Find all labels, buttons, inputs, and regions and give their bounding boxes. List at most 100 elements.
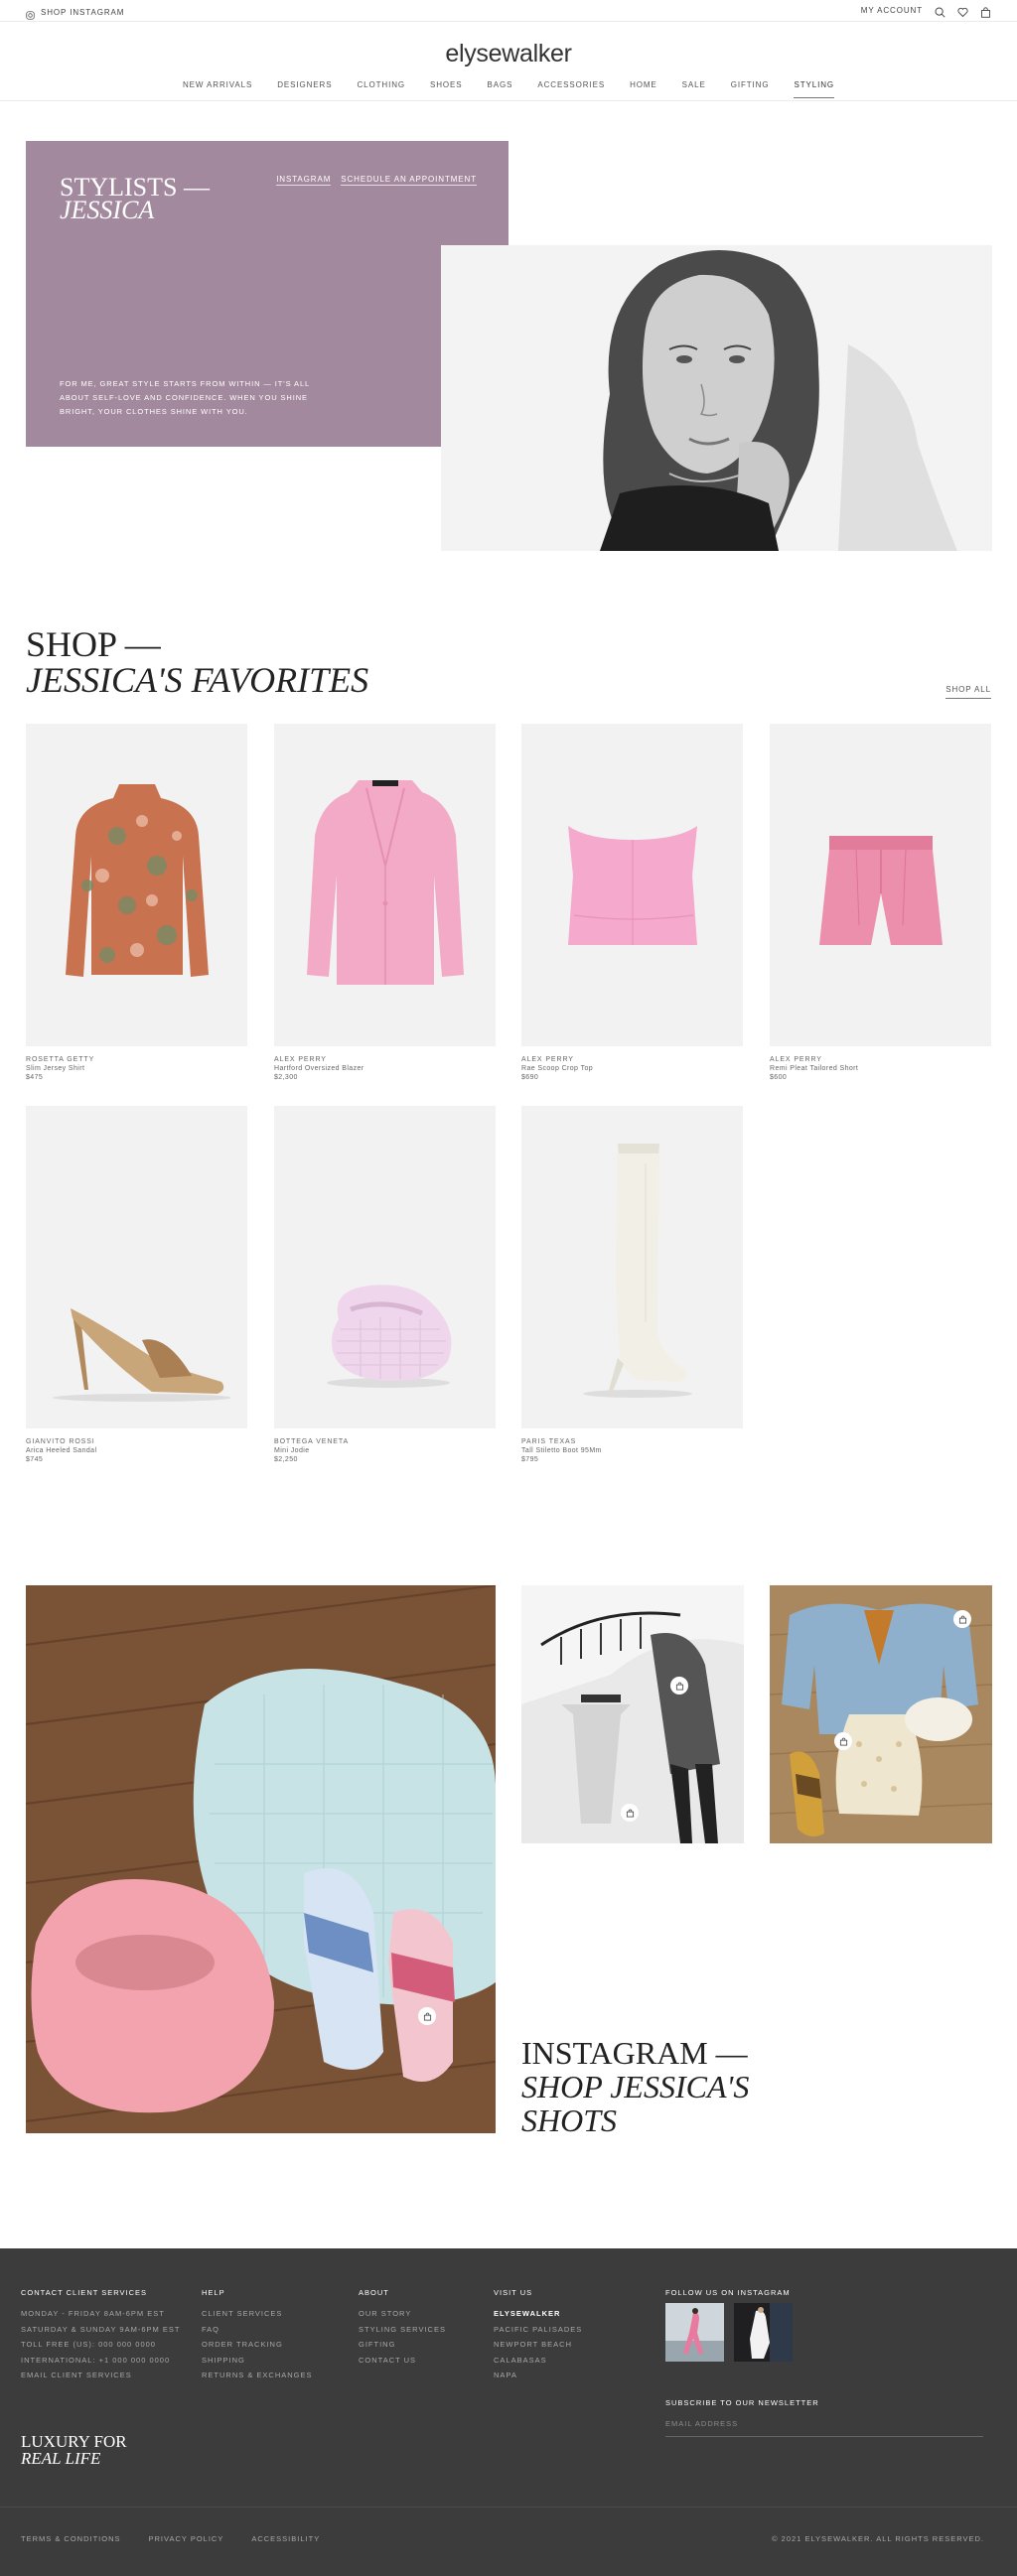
nav-new-arrivals[interactable]: NEW ARRIVALS [183,80,252,98]
nav-styling[interactable]: STYLING [794,80,835,98]
instagram-thumbnail[interactable] [734,2303,793,2362]
contact-toll-free[interactable]: TOLL FREE (US): 000 000 0000 [21,2337,180,2353]
footer-link[interactable]: FAQ [202,2322,313,2338]
nav-sale[interactable]: SALE [682,80,706,98]
product-name[interactable]: Remi Pleat Tailored Short [770,1065,991,1072]
nav-home[interactable]: HOME [630,80,657,98]
instagram-post-small[interactable] [770,1585,992,1843]
footer-heading: HELP [202,2288,225,2297]
contact-hours-weekday: MONDAY - FRIDAY 8AM-6PM EST [21,2309,165,2318]
privacy-link[interactable]: PRIVACY POLICY [149,2534,224,2543]
product-name[interactable]: Rae Scoop Crop Top [521,1065,743,1072]
nav-shoes[interactable]: SHOES [430,80,463,98]
shop-instagram-link[interactable]: SHOP INSTAGRAM [26,7,124,20]
product-name[interactable]: Mini Jodie [274,1447,496,1454]
product-brand: PARIS TEXAS [521,1438,577,1445]
stylist-name: JESSICA [60,196,155,224]
shop-bag-icon[interactable] [953,1610,971,1628]
product-card[interactable]: BOTTEGA VENETA Mini Jodie $2,250 [274,1106,496,1463]
email-client-services-link[interactable]: EMAIL CLIENT SERVICES [21,2368,180,2383]
nav-designers[interactable]: DESIGNERS [277,80,332,98]
newsletter-email-input[interactable] [665,2415,983,2437]
nav-clothing[interactable]: CLOTHING [357,80,405,98]
instagram-post-small[interactable] [521,1585,744,1843]
footer-link[interactable]: CLIENT SERVICES [202,2306,313,2322]
store-link[interactable]: NAPA [494,2368,582,2383]
product-image-heeled-sandal[interactable] [26,1106,247,1428]
product-card[interactable]: ROSETTA GETTY Slim Jersey Shirt $475 [26,724,247,1081]
shop-bag-icon[interactable] [834,1732,852,1750]
product-name[interactable]: Hartford Oversized Blazer [274,1065,496,1072]
shop-all-link[interactable]: SHOP ALL [945,685,991,699]
footer-link[interactable]: SHIPPING [202,2353,313,2369]
shop-bag-icon[interactable] [670,1677,688,1695]
footer-heading: ABOUT [359,2288,389,2297]
contact-international[interactable]: INTERNATIONAL: +1 000 000 0000 [21,2353,180,2369]
stylist-quote: FOR ME, GREAT STYLE STARTS FROM WITHIN —… [60,379,310,416]
product-name[interactable]: Tall Stiletto Boot 95Mm [521,1447,743,1454]
schedule-appointment-link[interactable]: SCHEDULE AN APPOINTMENT [341,175,477,186]
shop-bag-icon[interactable] [621,1804,639,1822]
product-price: $600 [770,1074,788,1081]
instagram-title: INSTAGRAM — SHOP JESSICA'S SHOTS [521,2036,749,2137]
footer-link[interactable]: STYLING SERVICES [359,2322,446,2338]
instagram-title-line3: SHOTS [521,2103,749,2137]
instagram-title-line1: INSTAGRAM — [521,2035,748,2071]
tagline-line2: REAL LIFE [21,2450,127,2467]
footer-link[interactable]: CONTACT US [359,2353,446,2369]
instagram-link[interactable]: INSTAGRAM [276,175,332,186]
tagline-italic: REAL LIFE [21,2449,101,2468]
footer-link[interactable]: RETURNS & EXCHANGES [202,2368,313,2383]
product-image-floral-shirt[interactable] [26,724,247,1046]
copyright: © 2021 ELYSEWALKER. ALL RIGHTS RESERVED. [772,2534,984,2543]
nav-bags[interactable]: BAGS [488,80,513,98]
instagram-post-large[interactable] [26,1585,496,2133]
header-divider [0,100,1017,101]
product-price: $2,300 [274,1074,298,1081]
product-image-mini-jodie-bag[interactable] [274,1106,496,1428]
instagram-thumbnail[interactable] [665,2303,724,2362]
product-brand: GIANVITO ROSSI [26,1438,95,1445]
product-image-pink-crop-top[interactable] [521,724,743,1046]
product-name[interactable]: Slim Jersey Shirt [26,1065,247,1072]
product-card[interactable]: GIANVITO ROSSI Arica Heeled Sandal $745 [26,1106,247,1463]
product-brand: ROSETTA GETTY [26,1056,95,1063]
accessibility-link[interactable]: ACCESSIBILITY [251,2534,320,2543]
store-link-elysewalker[interactable]: ELYSEWALKER [494,2306,582,2322]
instagram-icon [26,7,37,20]
brand-logo[interactable]: elysewalker [0,40,1017,68]
terms-link[interactable]: TERMS & CONDITIONS [21,2534,121,2543]
product-image-tall-boot[interactable] [521,1106,743,1428]
product-name[interactable]: Arica Heeled Sandal [26,1447,247,1454]
my-account-link[interactable]: MY ACCOUNT [861,6,923,15]
footer-help-column: HELP CLIENT SERVICES FAQ ORDER TRACKING … [202,2288,313,2383]
product-brand: ALEX PERRY [521,1056,574,1063]
product-card[interactable]: ALEX PERRY Hartford Oversized Blazer $2,… [274,724,496,1081]
footer-contact-column: CONTACT CLIENT SERVICES MONDAY - FRIDAY … [21,2288,180,2383]
footer-link[interactable]: ORDER TRACKING [202,2337,313,2353]
store-link[interactable]: NEWPORT BEACH [494,2337,582,2353]
nav-gifting[interactable]: GIFTING [731,80,770,98]
footer-divider [0,2507,1017,2508]
product-card[interactable]: PARIS TEXAS Tall Stiletto Boot 95Mm $795 [521,1106,743,1463]
hero-title: STYLISTS — JESSICA [60,175,210,224]
footer-link[interactable]: GIFTING [359,2337,446,2353]
product-card[interactable]: ALEX PERRY Remi Pleat Tailored Short $60… [770,724,991,1081]
footer-heading: FOLLOW US ON INSTAGRAM [665,2288,791,2297]
shop-bag-icon[interactable] [418,2007,436,2025]
product-brand: ALEX PERRY [274,1056,327,1063]
footer-link[interactable]: OUR STORY [359,2306,446,2322]
product-brand: ALEX PERRY [770,1056,822,1063]
nav-accessories[interactable]: ACCESSORIES [537,80,605,98]
search-icon[interactable] [935,5,945,18]
heart-icon[interactable] [957,5,968,18]
product-card[interactable]: ALEX PERRY Rae Scoop Crop Top $690 [521,724,743,1081]
product-image-pink-blazer[interactable] [274,724,496,1046]
main-nav: NEW ARRIVALS DESIGNERS CLOTHING SHOES BA… [0,80,1017,98]
store-link[interactable]: CALABASAS [494,2353,582,2369]
store-link[interactable]: PACIFIC PALISADES [494,2322,582,2338]
footer-heading: CONTACT CLIENT SERVICES [21,2288,148,2297]
footer-heading: VISIT US [494,2288,533,2297]
product-image-pink-shorts[interactable] [770,724,991,1046]
shopping-bag-icon[interactable] [980,5,991,18]
